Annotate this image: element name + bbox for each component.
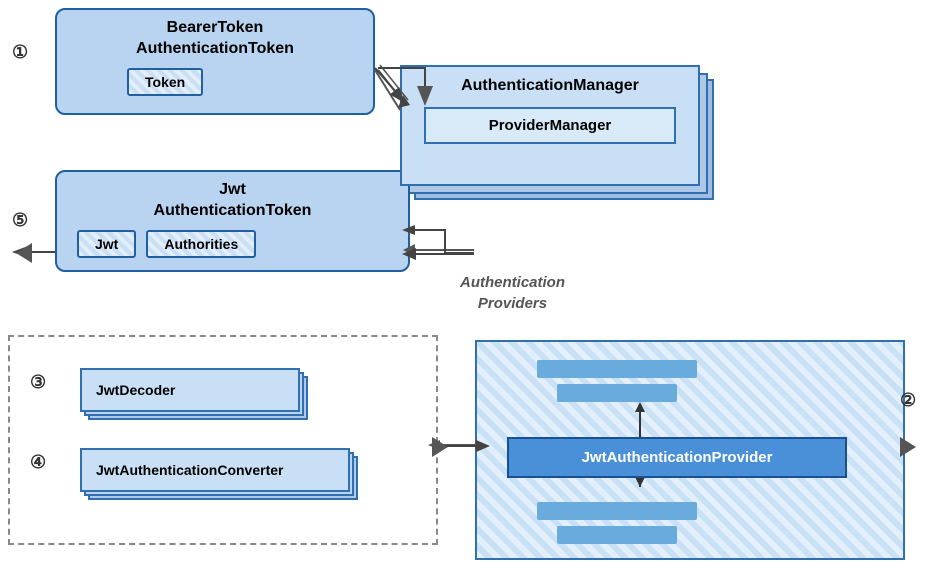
authorities-inner-box: Authorities xyxy=(146,230,256,258)
num3-label: ③ xyxy=(30,372,46,393)
jwt-decoder-stack: JwtDecoder xyxy=(80,368,308,420)
small-bar-bottom2 xyxy=(557,526,677,544)
jwt-inner-row: Jwt Authorities xyxy=(67,230,398,258)
small-bar-top1 xyxy=(537,360,697,378)
jwt-converter-box: JwtAuthenticationConverter xyxy=(80,448,350,492)
num1-label: ① xyxy=(12,42,28,63)
auth-manager-title: AuthenticationManager xyxy=(414,77,686,95)
num4-label: ④ xyxy=(30,452,46,473)
provider-manager-box: ProviderManager xyxy=(424,107,676,144)
jwt-auth-provider-box: JwtAuthenticationProvider xyxy=(507,437,847,478)
dashed-rect xyxy=(8,335,438,545)
token-inner-box: Token xyxy=(127,68,203,96)
num2-label: ② xyxy=(900,390,916,411)
arrow-left-triangle xyxy=(16,243,32,263)
auth-manager-box: AuthenticationManager ProviderManager xyxy=(400,65,700,186)
bearer-token-title: BearerToken AuthenticationToken xyxy=(67,18,363,60)
diagram-container: BearerToken AuthenticationToken Token Jw… xyxy=(0,0,932,584)
arrow-right-dashed xyxy=(432,437,448,457)
jwt-token-title: Jwt AuthenticationToken xyxy=(67,180,398,222)
jwt-decoder-box: JwtDecoder xyxy=(80,368,300,412)
jwt-token-box: Jwt AuthenticationToken Jwt Authorities xyxy=(55,170,410,272)
jwt-converter-stack: JwtAuthenticationConverter xyxy=(80,448,358,500)
arrow-right-provider xyxy=(900,437,916,457)
small-bar-top2 xyxy=(557,384,677,402)
bearer-token-box: BearerToken AuthenticationToken Token xyxy=(55,8,375,115)
jwt-inner-box: Jwt xyxy=(77,230,136,258)
jwt-provider-outer: JwtAuthenticationProvider xyxy=(475,340,905,560)
num5-label: ⑤ xyxy=(12,210,28,231)
auth-providers-label: Authentication Providers xyxy=(460,272,565,314)
small-bar-bottom1 xyxy=(537,502,697,520)
